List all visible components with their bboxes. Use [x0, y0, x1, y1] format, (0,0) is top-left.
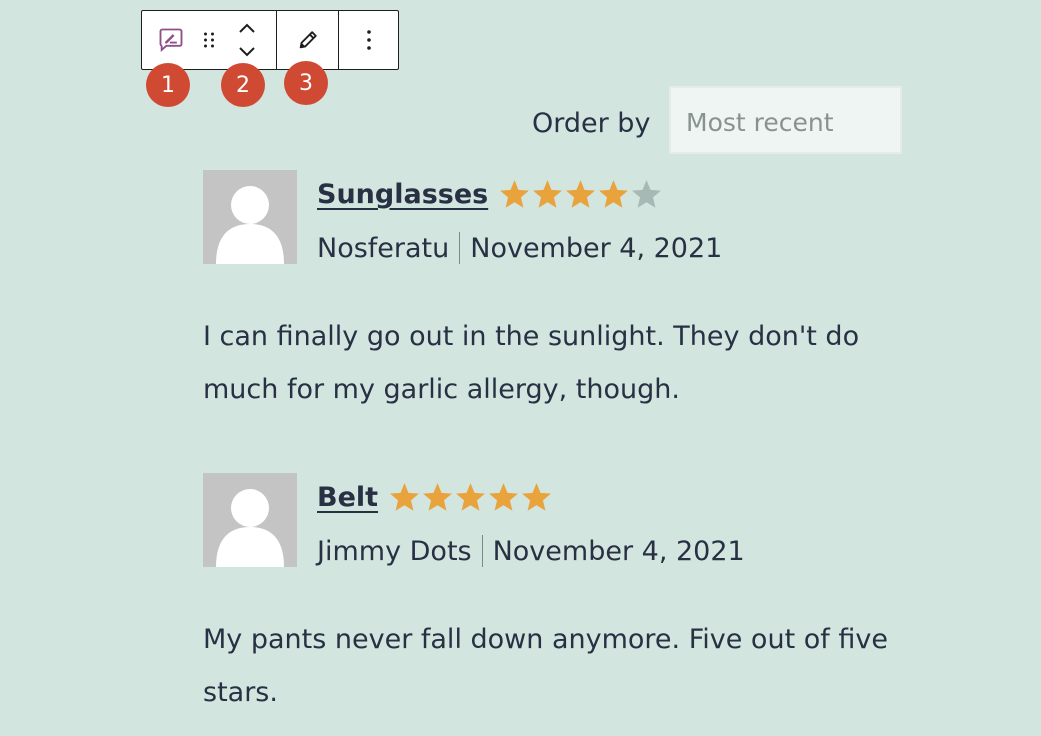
avatar [203, 170, 297, 264]
review-title-row: Belt [317, 481, 553, 514]
avatar [203, 473, 297, 567]
pencil-icon [299, 31, 317, 49]
star-filled-icon [456, 483, 485, 511]
order-by-label: Order by [532, 108, 651, 139]
review-text: I can finally go out in the sunlight. Th… [203, 321, 860, 405]
review-meta: Nosferatu November 4, 2021 [317, 232, 722, 264]
star-filled-icon [423, 483, 452, 511]
drag-button[interactable] [200, 11, 218, 69]
star-rating [388, 481, 553, 514]
star-filled-icon [522, 483, 551, 511]
callout-badge-3: 3 [284, 61, 328, 105]
callout-badge-2: 2 [221, 63, 265, 107]
meta-separator [459, 232, 461, 264]
star-filled-icon [489, 483, 518, 511]
review-text: My pants never fall down anymore. Five o… [203, 624, 888, 708]
more-options-button[interactable] [339, 11, 398, 69]
meta-separator [481, 535, 483, 567]
order-by-select[interactable]: Most recent [669, 86, 902, 154]
star-filled-icon [390, 483, 419, 511]
star-filled-icon [599, 180, 629, 208]
product-link[interactable]: Belt [317, 482, 378, 513]
toolbar-group-block [142, 11, 277, 69]
user-placeholder-icon [216, 186, 284, 264]
review-author: Nosferatu [317, 232, 450, 264]
user-placeholder-icon [216, 489, 284, 567]
review-date: November 4, 2021 [492, 535, 745, 567]
star-rating [498, 178, 663, 211]
review-date: November 4, 2021 [470, 232, 723, 264]
block-type-button[interactable] [142, 11, 200, 69]
star-filled-icon [566, 180, 596, 208]
comment-edit-icon [159, 28, 183, 52]
toolbar-group-more [339, 11, 398, 69]
callout-badge-1: 1 [146, 63, 190, 107]
star-empty-icon [632, 180, 662, 208]
review-meta: Jimmy Dots November 4, 2021 [317, 535, 745, 567]
star-filled-icon [500, 180, 530, 208]
block-toolbar [141, 10, 399, 70]
star-filled-icon [533, 180, 563, 208]
review-title-row: Sunglasses [317, 178, 663, 211]
product-link[interactable]: Sunglasses [317, 179, 488, 210]
review-author: Jimmy Dots [317, 535, 472, 567]
drag-handle-icon [203, 32, 214, 48]
move-up-down-icon [239, 23, 255, 57]
move-up-down-button[interactable] [217, 11, 276, 69]
more-options-icon [366, 30, 371, 50]
